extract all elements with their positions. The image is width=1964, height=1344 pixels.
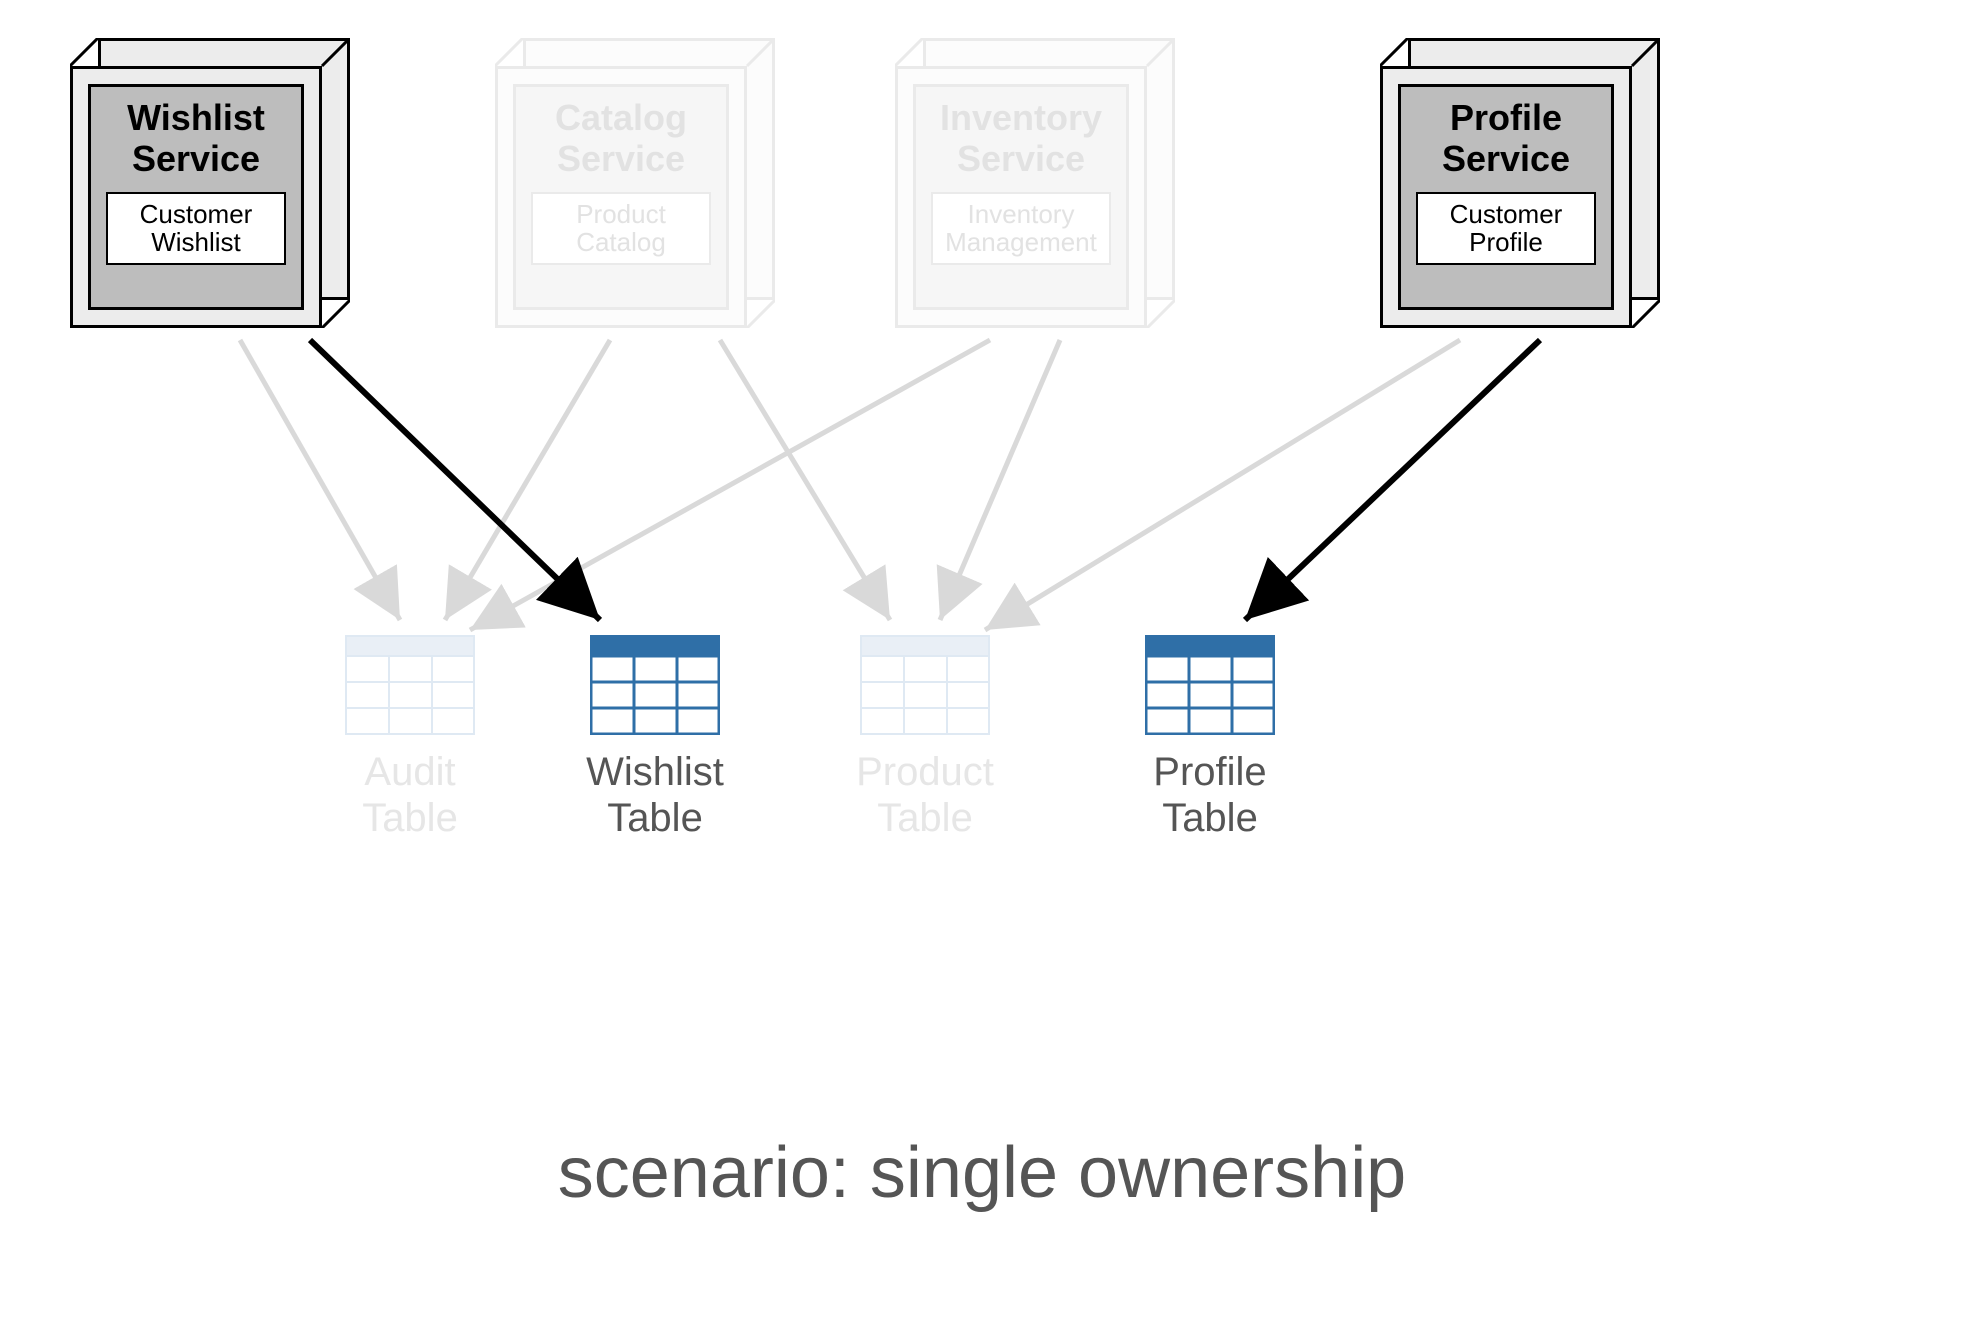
service-profile: ProfileService CustomerProfile bbox=[1380, 38, 1660, 328]
arrow-wishlist-to-wishlist-table bbox=[310, 340, 600, 620]
table-wishlist-label: WishlistTable bbox=[545, 749, 765, 841]
arrow-catalog-to-product bbox=[720, 340, 890, 620]
arrow-inventory-to-product bbox=[940, 340, 1060, 620]
table-icon bbox=[1145, 635, 1275, 735]
service-wishlist: WishlistService CustomerWishlist bbox=[70, 38, 350, 328]
arrow-profile-to-profile-table bbox=[1245, 340, 1540, 620]
service-catalog: CatalogService ProductCatalog bbox=[495, 38, 775, 328]
table-icon bbox=[590, 635, 720, 735]
table-wishlist: WishlistTable bbox=[545, 635, 765, 841]
table-product-label: ProductTable bbox=[815, 749, 1035, 841]
service-inventory-sub: InventoryManagement bbox=[931, 192, 1111, 265]
service-wishlist-sub: CustomerWishlist bbox=[106, 192, 286, 265]
table-product: ProductTable bbox=[815, 635, 1035, 841]
arrow-wishlist-to-audit bbox=[240, 340, 400, 620]
service-inventory: InventoryService InventoryManagement bbox=[895, 38, 1175, 328]
service-wishlist-title: WishlistService bbox=[127, 97, 265, 180]
table-audit: AuditTable bbox=[300, 635, 520, 841]
table-audit-label: AuditTable bbox=[300, 749, 520, 841]
table-icon bbox=[345, 635, 475, 735]
table-profile: ProfileTable bbox=[1100, 635, 1320, 841]
diagram-canvas: WishlistService CustomerWishlist Catalog… bbox=[0, 0, 1964, 1344]
table-profile-label: ProfileTable bbox=[1100, 749, 1320, 841]
table-icon bbox=[860, 635, 990, 735]
arrow-catalog-to-audit bbox=[445, 340, 610, 620]
arrow-inventory-to-audit bbox=[470, 340, 990, 630]
arrow-profile-to-product bbox=[985, 340, 1460, 630]
caption: scenario: single ownership bbox=[0, 1132, 1964, 1214]
service-profile-sub: CustomerProfile bbox=[1416, 192, 1596, 265]
service-catalog-sub: ProductCatalog bbox=[531, 192, 711, 265]
service-inventory-title: InventoryService bbox=[940, 97, 1102, 180]
service-catalog-title: CatalogService bbox=[555, 97, 687, 180]
service-profile-title: ProfileService bbox=[1442, 97, 1570, 180]
